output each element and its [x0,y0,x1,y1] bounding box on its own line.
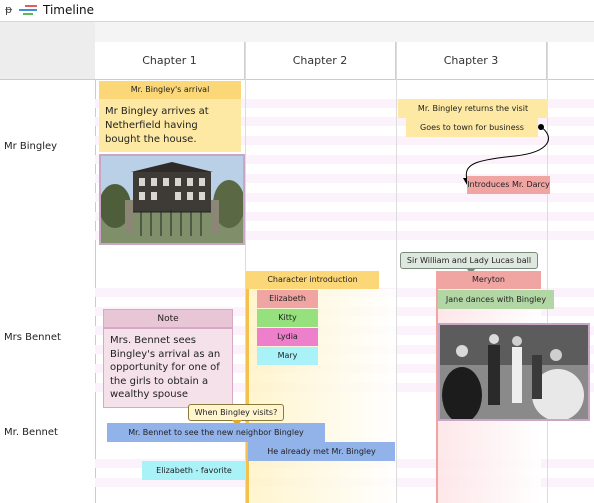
header-corner [0,22,95,80]
event-introduces-darcy[interactable]: Introduces Mr. Darcy [467,176,550,194]
event-bennet-see-bingley[interactable]: Mr. Bennet to see the new neighbor Bingl… [107,423,325,442]
timeline-titlebar: ᵽ Timeline [0,0,594,22]
chapter-header-2[interactable]: Chapter 2 [245,42,396,80]
event-elizabeth-favorite[interactable]: Elizabeth - favorite [142,461,246,480]
event-meryton[interactable]: Meryton [436,271,541,289]
event-lydia[interactable]: Lydia [257,328,318,346]
event-elizabeth[interactable]: Elizabeth [257,290,318,308]
chapter-header-next [547,42,594,80]
row-label-mr-bingley[interactable]: Mr Bingley [4,141,57,152]
chapter-gridline [396,42,397,503]
event-bingley-returns[interactable]: Mr. Bingley returns the visit [398,99,548,118]
row-label-mrs-bennet[interactable]: Mrs Bennet [4,332,61,343]
window-title: Timeline [43,3,95,17]
callout-when-bingley[interactable]: When Bingley visits? [188,404,284,421]
chapter-header-1[interactable]: Chapter 1 [95,42,245,80]
callout-sir-william[interactable]: Sir William and Lady Lucas ball [400,252,538,269]
ball-dance-photo[interactable] [438,323,590,421]
event-bingley-arrival-text[interactable]: Mr Bingley arrives at Netherfield having… [99,99,241,152]
chapter-header-3[interactable]: Chapter 3 [396,42,547,80]
note-text[interactable]: Mrs. Bennet sees Bingley's arrival as an… [103,328,233,408]
timeline-icon [19,5,39,17]
event-character-intro[interactable]: Character introduction [246,271,379,289]
netherfield-house-photo[interactable] [99,154,245,245]
character-intro-bar [246,289,249,503]
event-already-met[interactable]: He already met Mr. Bingley [248,442,395,461]
header-band [95,22,594,42]
pin-icon[interactable]: ᵽ [5,3,12,16]
event-bingley-arrival-title[interactable]: Mr. Bingley's arrival [99,81,241,99]
note-title[interactable]: Note [103,309,233,328]
event-mary[interactable]: Mary [257,347,318,365]
event-jane-dances[interactable]: Jane dances with Bingley [438,290,554,309]
row-label-mr-bennet[interactable]: Mr. Bennet [4,427,58,438]
event-kitty[interactable]: Kitty [257,309,318,327]
